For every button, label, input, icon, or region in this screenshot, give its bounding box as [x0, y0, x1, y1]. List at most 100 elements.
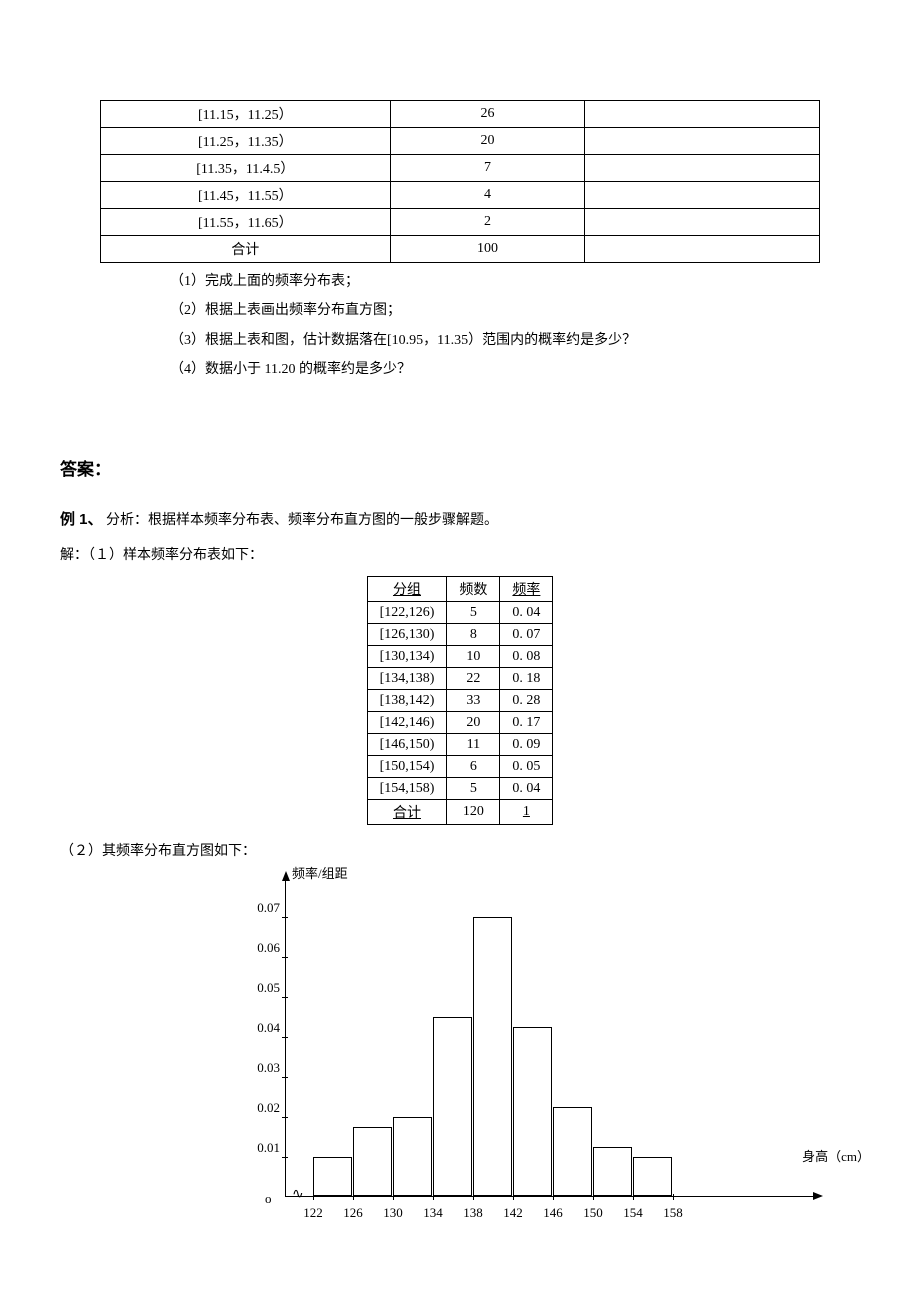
table-cell: [138,142) — [367, 690, 447, 712]
table-cell: 22 — [447, 668, 500, 690]
table-cell — [585, 182, 820, 209]
origin-label: o — [265, 1191, 272, 1207]
x-tick-label: 138 — [456, 1205, 490, 1221]
y-tick — [282, 1117, 288, 1118]
table-cell: [11.55，11.65） — [101, 209, 391, 236]
x-axis-label: 身高（cm） — [802, 1146, 870, 1165]
table-cell: [150,154) — [367, 756, 447, 778]
table-cell: 8 — [447, 624, 500, 646]
example-analysis: 例 1、 分析：根据样本频率分布表、频率分布直方图的一般步骤解题。 — [60, 504, 860, 536]
table-cell: [134,138) — [367, 668, 447, 690]
x-tick — [393, 1194, 394, 1200]
y-axis-label: 频率/组距 — [292, 863, 348, 882]
table-row: 合计1201 — [367, 800, 553, 825]
x-tick-label: 150 — [576, 1205, 610, 1221]
table-row: [130,134)100. 08 — [367, 646, 553, 668]
table-cell: 33 — [447, 690, 500, 712]
table-cell: [11.35，11.4.5） — [101, 155, 391, 182]
table-row: [11.15，11.25）26 — [101, 101, 820, 128]
histogram-bar — [593, 1147, 632, 1196]
y-axis — [285, 879, 286, 1197]
question-4: （4）数据小于 11.20 的概率约是多少？ — [170, 355, 860, 384]
x-tick — [433, 1194, 434, 1200]
table-row: [146,150)110. 09 — [367, 734, 553, 756]
table-cell — [585, 155, 820, 182]
table-cell: 2 — [390, 209, 585, 236]
table-row: [142,146)200. 17 — [367, 712, 553, 734]
x-tick — [313, 1194, 314, 1200]
x-tick-label: 146 — [536, 1205, 570, 1221]
y-tick — [282, 997, 288, 998]
histogram-bar — [513, 1027, 552, 1196]
table-cell — [585, 101, 820, 128]
y-tick-label: 0.06 — [242, 940, 280, 956]
y-tick-label: 0.05 — [242, 980, 280, 996]
x-tick-label: 130 — [376, 1205, 410, 1221]
table-cell: 0. 05 — [500, 756, 553, 778]
y-tick — [282, 1037, 288, 1038]
question-1: （1）完成上面的频率分布表； — [170, 267, 860, 296]
table-cell: [11.45，11.55） — [101, 182, 391, 209]
x-tick-label: 154 — [616, 1205, 650, 1221]
solution-line-1: 解：（１）样本频率分布表如下： — [60, 541, 860, 570]
y-tick-label: 0.04 — [242, 1020, 280, 1036]
table-header: 频数 — [447, 577, 500, 602]
table-row: [154,158)50. 04 — [367, 778, 553, 800]
histogram-bar — [553, 1107, 592, 1196]
x-tick — [593, 1194, 594, 1200]
question-3: （3）根据上表和图，估计数据落在[10.95，11.35）范围内的概率约是多少？ — [170, 326, 860, 355]
table-cell: 0. 08 — [500, 646, 553, 668]
table-header: 分组 — [367, 577, 447, 602]
table-cell: [154,158) — [367, 778, 447, 800]
histogram-bar — [633, 1157, 672, 1196]
example-label: 例 1、 — [60, 511, 103, 528]
table-cell: 0. 17 — [500, 712, 553, 734]
y-tick-label: 0.03 — [242, 1060, 280, 1076]
table-cell: [142,146) — [367, 712, 447, 734]
table-cell: 0. 07 — [500, 624, 553, 646]
question-2: （2）根据上表画出频率分布直方图； — [170, 296, 860, 325]
table-row: 合计100 — [101, 236, 820, 263]
table-row: [122,126)50. 04 — [367, 602, 553, 624]
x-tick — [673, 1194, 674, 1200]
table-cell: [122,126) — [367, 602, 447, 624]
histogram-chart: 频率/组距 身高（cm） o ∿ 0.010.020.030.040.050.0… — [200, 869, 780, 1239]
table-row: [11.45，11.55）4 — [101, 182, 820, 209]
table-cell — [585, 209, 820, 236]
table-cell: 7 — [390, 155, 585, 182]
table-cell: 0. 18 — [500, 668, 553, 690]
histogram-bar — [313, 1157, 352, 1196]
histogram-bar — [433, 1017, 472, 1196]
table-header: 频率 — [500, 577, 553, 602]
x-tick-label: 122 — [296, 1205, 330, 1221]
table-cell: [130,134) — [367, 646, 447, 668]
table-cell: 合计 — [101, 236, 391, 263]
y-tick — [282, 1157, 288, 1158]
table-row: [134,138)220. 18 — [367, 668, 553, 690]
table-cell — [585, 236, 820, 263]
x-tick — [633, 1194, 634, 1200]
table-cell: 20 — [447, 712, 500, 734]
table-cell: 合计 — [367, 800, 447, 825]
table-row: [11.25，11.35）20 — [101, 128, 820, 155]
table-cell: [126,130) — [367, 624, 447, 646]
table-cell: 0. 28 — [500, 690, 553, 712]
table-row: [11.35，11.4.5）7 — [101, 155, 820, 182]
table-cell: 100 — [390, 236, 585, 263]
y-tick-label: 0.07 — [242, 900, 280, 916]
chart-caption: （２）其频率分布直方图如下： — [60, 839, 860, 864]
histogram-bar — [473, 917, 512, 1196]
data-table-top: [11.15，11.25）26[11.25，11.35）20[11.35，11.… — [100, 100, 820, 263]
page: [11.15，11.25）26[11.25，11.35）20[11.35，11.… — [0, 0, 920, 1279]
y-tick — [282, 1077, 288, 1078]
table-cell: 26 — [390, 101, 585, 128]
table-row: 分组频数频率 — [367, 577, 553, 602]
table-cell: [11.25，11.35） — [101, 128, 391, 155]
analysis-text: 分析：根据样本频率分布表、频率分布直方图的一般步骤解题。 — [106, 513, 498, 528]
table-row: [150,154)60. 05 — [367, 756, 553, 778]
table-row: [11.55，11.65）2 — [101, 209, 820, 236]
table-cell: [11.15，11.25） — [101, 101, 391, 128]
x-tick — [553, 1194, 554, 1200]
table-row: [126,130)80. 07 — [367, 624, 553, 646]
table-cell: [146,150) — [367, 734, 447, 756]
